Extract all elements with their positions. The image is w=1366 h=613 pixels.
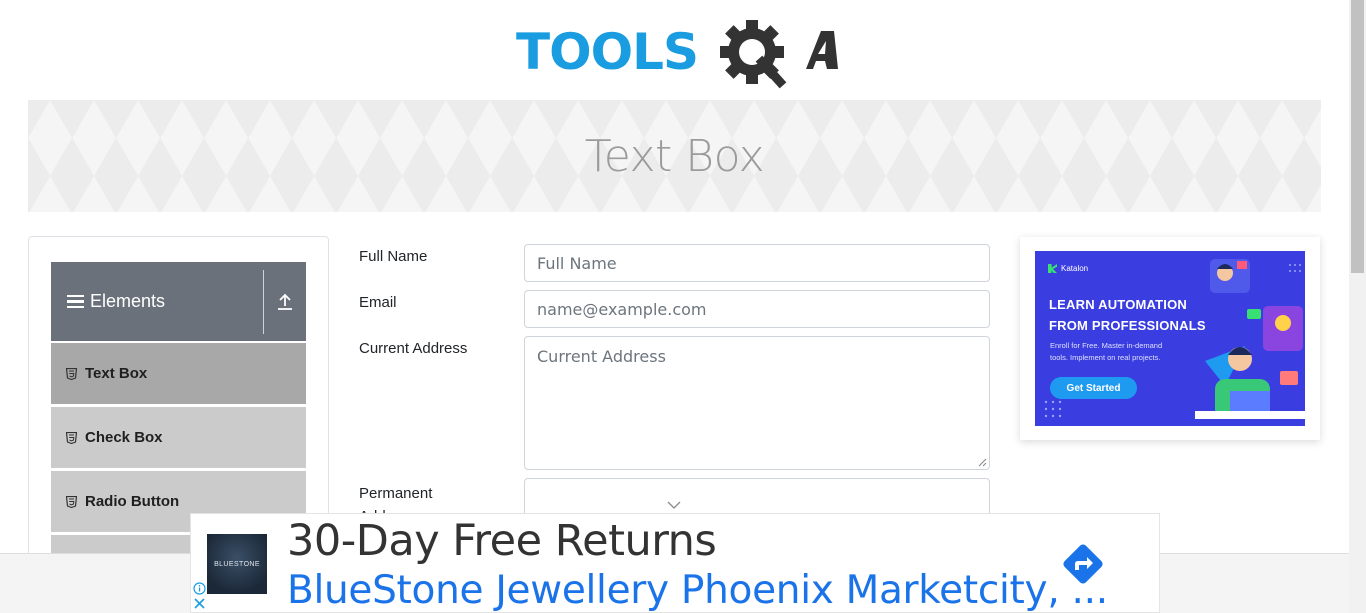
katalon-ad-banner[interactable]: Katalon LEARN AUTOMATION FROM PROFESSION… xyxy=(1035,251,1305,426)
html5-icon xyxy=(66,367,77,380)
full-name-input[interactable]: Full Name xyxy=(524,244,990,282)
sidebar-item-label: Text Box xyxy=(85,365,148,382)
ad-subtext: Enroll for Free. Master in-demand tools.… xyxy=(1050,341,1163,362)
ad-illustration xyxy=(1195,259,1305,419)
page-banner: Text Box xyxy=(28,100,1321,212)
hamburger-icon xyxy=(67,294,84,309)
ad-thumbnail-text: BLUESTONE xyxy=(214,560,260,568)
logo-text-tools: TOOLS xyxy=(516,23,698,81)
ad-subline[interactable]: BlueStone Jewellery Phoenix Marketcity, … xyxy=(287,568,1108,613)
current-address-textarea[interactable]: Current Address xyxy=(524,336,990,470)
bottom-ad[interactable]: BLUESTONE 30-Day Free Returns BlueStone … xyxy=(190,513,1160,613)
collapse-button[interactable] xyxy=(264,293,306,311)
get-started-button[interactable]: Get Started xyxy=(1050,377,1137,399)
ad-brand: Katalon xyxy=(1061,264,1089,273)
sidebar-item-check-box[interactable]: Check Box xyxy=(51,407,306,469)
sidebar-item-text-box[interactable]: Text Box xyxy=(51,343,306,405)
gear-icon xyxy=(720,20,787,89)
email-input[interactable]: name@example.com xyxy=(524,290,990,328)
group-title: Elements xyxy=(90,291,166,311)
ad-dots-decor xyxy=(1044,400,1062,418)
sidebar-item-label: Check Box xyxy=(85,429,163,446)
full-name-label: Full Name xyxy=(359,248,428,265)
email-placeholder: name@example.com xyxy=(537,299,707,319)
current-address-placeholder: Current Address xyxy=(537,347,666,366)
html5-icon xyxy=(66,431,77,444)
permanent-address-label: Permanent Address xyxy=(359,485,433,513)
current-address-label: Current Address xyxy=(359,340,468,357)
page-title: Text Box xyxy=(584,130,765,182)
ad-headline-2: FROM PROFESSIONALS xyxy=(1049,318,1206,333)
ad-headline-1: LEARN AUTOMATION xyxy=(1049,297,1188,312)
toolsqa-logo[interactable]: TOOLS xyxy=(516,17,838,91)
page-scrollbar[interactable] xyxy=(1349,0,1366,613)
ad-close-icon[interactable] xyxy=(194,598,205,609)
sidebar-item-label: Radio Button xyxy=(85,493,180,510)
side-ad[interactable]: Katalon LEARN AUTOMATION FROM PROFESSION… xyxy=(1020,237,1320,440)
full-name-placeholder: Full Name xyxy=(537,253,617,273)
upload-arrow-icon xyxy=(278,293,292,310)
katalon-logo-icon xyxy=(1048,264,1057,273)
page: TOOLS Text Box Elements Text Box Check B… xyxy=(0,0,1366,613)
resize-handle-icon[interactable] xyxy=(978,458,987,467)
ad-info-icon[interactable] xyxy=(193,582,206,595)
html5-icon xyxy=(66,495,77,508)
scrollbar-thumb[interactable] xyxy=(1351,0,1364,273)
email-label: Email xyxy=(359,294,397,311)
ad-headline[interactable]: 30-Day Free Returns xyxy=(287,516,717,566)
elements-group-header[interactable]: Elements xyxy=(51,262,306,342)
directions-icon[interactable] xyxy=(1059,540,1107,588)
ad-thumbnail[interactable]: BLUESTONE xyxy=(207,534,267,594)
chevron-down-icon xyxy=(667,501,681,509)
